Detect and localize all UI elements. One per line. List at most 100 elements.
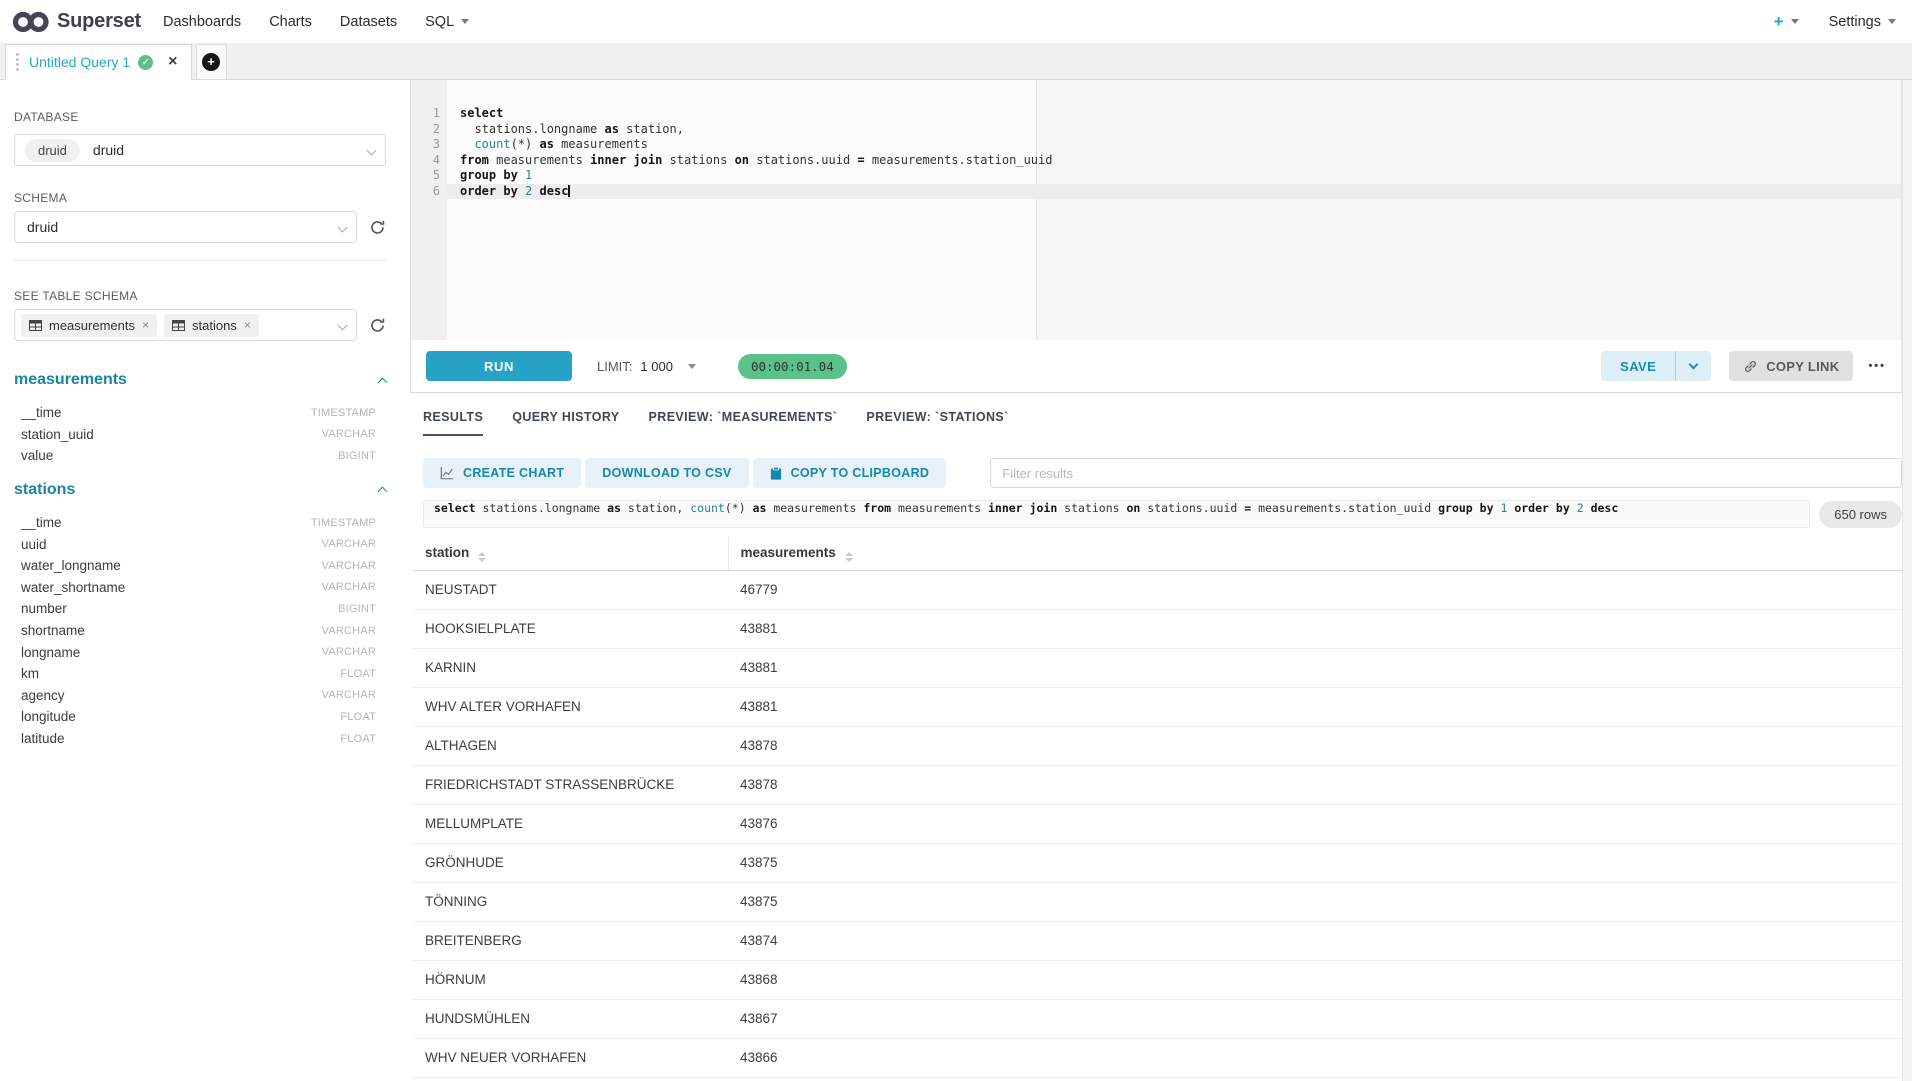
- sort-icon[interactable]: [845, 552, 853, 562]
- sql-token: by: [1480, 501, 1494, 515]
- sql-token: by: [503, 168, 517, 182]
- table-row[interactable]: MELLUMPLATE43876: [413, 804, 1902, 843]
- refresh-tables-icon[interactable]: [369, 317, 386, 334]
- column-header-station[interactable]: station: [413, 537, 728, 570]
- column-name: water_longname: [21, 558, 121, 573]
- table-row[interactable]: HUNDSMÜHLEN43867: [413, 999, 1902, 1038]
- schema-column-list: __timeTIMESTAMPstation_uuidVARCHARvalueB…: [14, 402, 386, 467]
- column-header-measurements[interactable]: measurements: [728, 537, 1902, 570]
- table-row[interactable]: KARNIN43881: [413, 648, 1902, 687]
- station-cell: TÖNNING: [413, 882, 728, 921]
- table-row[interactable]: NEUSTADT46779: [413, 570, 1902, 609]
- sql-token: (*): [511, 137, 540, 151]
- caret-down-icon: [1791, 19, 1799, 24]
- schema-column-row: __timeTIMESTAMP: [14, 402, 386, 424]
- nav-dashboards[interactable]: Dashboards: [163, 14, 241, 30]
- settings-menu[interactable]: Settings: [1829, 14, 1896, 30]
- station-cell: WHV ALTER VORHAFEN: [413, 687, 728, 726]
- plus-icon: +: [1774, 12, 1784, 32]
- results-tab-preview-stations[interactable]: PREVIEW: `STATIONS`: [866, 410, 1008, 436]
- table-row[interactable]: GRÖNHUDE43875: [413, 843, 1902, 882]
- schema-column-row: water_shortnameVARCHAR: [14, 577, 386, 599]
- station-cell: WHV NEUER VORHAFEN: [413, 1038, 728, 1077]
- download-csv-button[interactable]: DOWNLOAD TO CSV: [585, 458, 748, 488]
- line-number: 3: [411, 137, 440, 153]
- results-tab-results[interactable]: RESULTS: [423, 410, 483, 436]
- table-row[interactable]: ALTHAGEN43878: [413, 726, 1902, 765]
- nav-sql-menu[interactable]: SQL: [425, 14, 469, 30]
- table-schema-label: SEE TABLE SCHEMA: [14, 289, 386, 303]
- schema-value: druid: [27, 219, 58, 235]
- chevron-up-icon[interactable]: [378, 487, 388, 497]
- limit-label: LIMIT:: [597, 359, 632, 374]
- results-tab-query-history[interactable]: QUERY HISTORY: [512, 410, 619, 436]
- refresh-schema-icon[interactable]: [369, 219, 386, 236]
- copy-clipboard-button[interactable]: COPY TO CLIPBOARD: [753, 458, 947, 488]
- run-button[interactable]: RUN: [426, 351, 572, 381]
- table-row[interactable]: BREITENBERG43874: [413, 921, 1902, 960]
- sql-token: measurements.station_uuid: [1251, 501, 1438, 515]
- database-label: DATABASE: [14, 110, 79, 124]
- sql-token: [1549, 501, 1556, 515]
- remove-chip-icon[interactable]: ×: [244, 318, 251, 332]
- tab-close-icon[interactable]: ×: [168, 54, 177, 70]
- table-chip-stations[interactable]: stations ×: [164, 314, 259, 337]
- results-table: stationmeasurements NEUSTADT46779HOOKSIE…: [413, 537, 1902, 1078]
- save-button[interactable]: SAVE: [1601, 351, 1675, 381]
- more-actions-icon[interactable]: •••: [1868, 360, 1886, 372]
- sql-token: measurements.station_uuid: [865, 153, 1053, 167]
- tab-drag-handle-icon[interactable]: [16, 58, 19, 61]
- schema-column-row: longnameVARCHAR: [14, 641, 386, 663]
- chevron-up-icon[interactable]: [378, 377, 388, 387]
- page-scrollbar[interactable]: [1902, 80, 1912, 1081]
- sql-token: inner: [988, 501, 1023, 515]
- schema-select[interactable]: druid: [14, 211, 357, 243]
- copy-link-button[interactable]: COPY LINK: [1729, 351, 1853, 381]
- filter-results-input[interactable]: [990, 458, 1902, 488]
- sql-token: order: [1514, 501, 1549, 515]
- query-tab-strip: Untitled Query 1 ✓ × +: [0, 44, 1912, 80]
- sqllab-sidebar: DATABASE druid druid SCHEMA druid SEE TA…: [0, 80, 410, 1081]
- code-line: group by 1: [447, 168, 1901, 184]
- text-cursor: [568, 185, 570, 197]
- save-options-button[interactable]: [1676, 351, 1711, 381]
- query-success-check-icon: ✓: [138, 55, 153, 70]
- table-chip-measurements[interactable]: measurements ×: [21, 314, 157, 337]
- sql-token: 2: [1577, 501, 1584, 515]
- station-cell: HOOKSIELPLATE: [413, 609, 728, 648]
- main-nav: Dashboards Charts Datasets SQL: [163, 14, 469, 30]
- database-select[interactable]: druid druid: [14, 134, 386, 166]
- table-row[interactable]: HOOKSIELPLATE43881: [413, 609, 1902, 648]
- table-row[interactable]: HÖRNUM43868: [413, 960, 1902, 999]
- results-tab-preview-measurements[interactable]: PREVIEW: `MEASUREMENTS`: [649, 410, 838, 436]
- create-chart-button[interactable]: CREATE CHART: [423, 458, 581, 488]
- caret-down-icon: [1888, 19, 1896, 24]
- schema-column-list: __timeTIMESTAMPuuidVARCHARwater_longname…: [14, 512, 386, 750]
- editor-code-area[interactable]: select stations.longname as station, cou…: [447, 80, 1901, 340]
- limit-dropdown[interactable]: LIMIT: 1 000: [597, 359, 696, 374]
- table-row[interactable]: WHV NEUER VORHAFEN43866: [413, 1038, 1902, 1077]
- line-number: 2: [411, 122, 440, 138]
- table-row[interactable]: FRIEDRICHSTADT STRASSENBRÜCKE43878: [413, 765, 1902, 804]
- new-item-menu[interactable]: +: [1774, 12, 1799, 32]
- sql-token: as: [605, 122, 619, 136]
- table-select[interactable]: measurements × stations ×: [14, 309, 357, 341]
- query-tab-active[interactable]: Untitled Query 1 ✓ ×: [5, 44, 192, 80]
- results-actions: CREATE CHART DOWNLOAD TO CSV COPY TO CLI…: [423, 458, 1902, 488]
- nav-charts[interactable]: Charts: [269, 14, 312, 30]
- table-icon: [172, 320, 185, 331]
- schema-table-header[interactable]: stations: [14, 481, 386, 499]
- column-type: TIMESTAMP: [311, 517, 376, 529]
- code-line: from measurements inner join stations on…: [447, 153, 1901, 169]
- line-number: 5: [411, 168, 440, 184]
- nav-datasets[interactable]: Datasets: [340, 14, 397, 30]
- table-row[interactable]: WHV ALTER VORHAFEN43881: [413, 687, 1902, 726]
- sql-editor[interactable]: 123456 select stations.longname as stati…: [410, 80, 1902, 340]
- limit-value: 1 000: [640, 359, 673, 374]
- sort-icon[interactable]: [478, 552, 486, 562]
- schema-table-header[interactable]: measurements: [14, 371, 386, 389]
- table-row[interactable]: TÖNNING43875: [413, 882, 1902, 921]
- superset-logo[interactable]: Superset: [12, 9, 141, 35]
- new-query-tab-button[interactable]: +: [196, 44, 227, 79]
- remove-chip-icon[interactable]: ×: [142, 318, 149, 332]
